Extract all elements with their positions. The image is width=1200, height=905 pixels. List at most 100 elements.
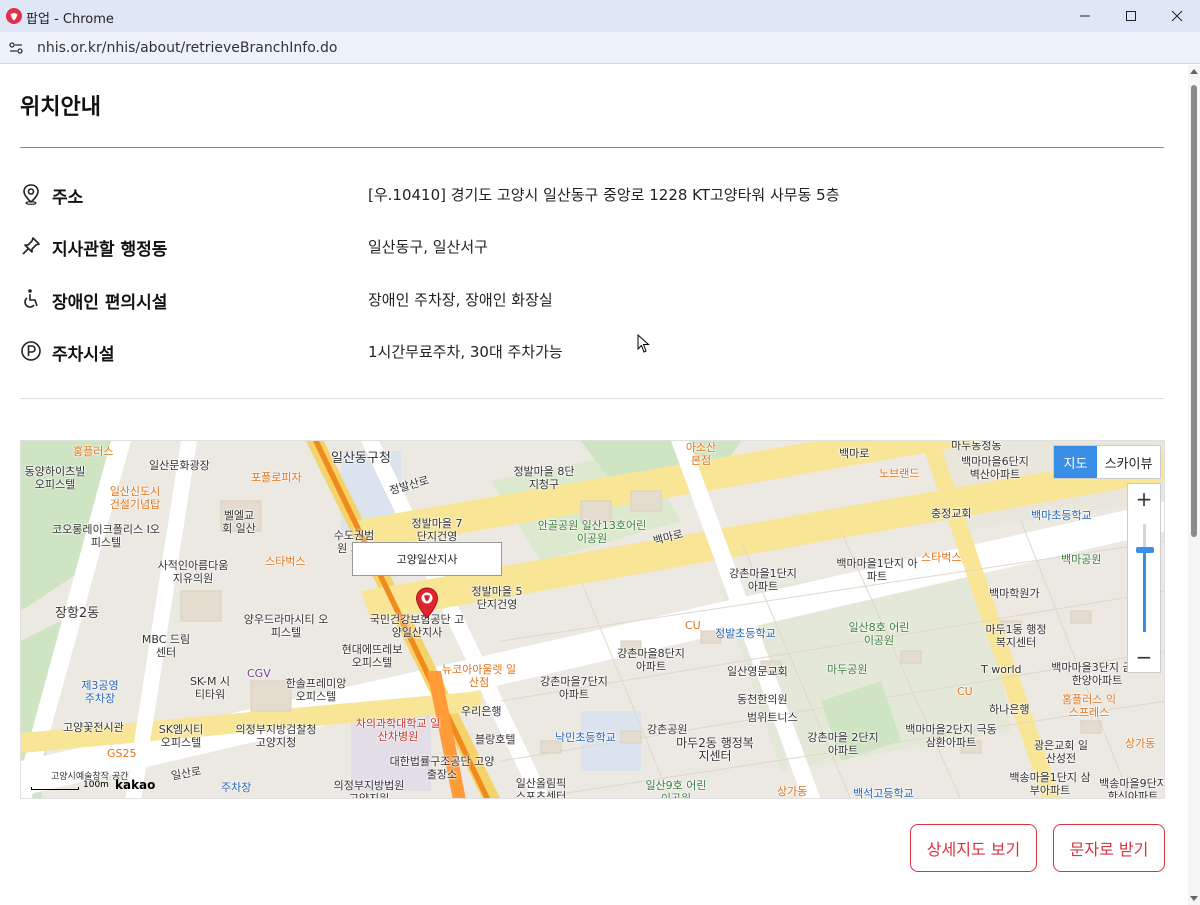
map-label: 일산동구청 [331, 451, 391, 466]
mouse-cursor-icon [637, 334, 650, 353]
scale-text: 100m [83, 780, 109, 790]
map-label: 정발초등학교 [715, 627, 776, 640]
map-label: 정발마을 7단지건영 [411, 517, 463, 543]
page-scrollbar[interactable] [1188, 65, 1200, 905]
map-label: GS25 [107, 747, 137, 760]
map-label: CGV [247, 667, 271, 680]
map-label: 마두1동 행정복지센터 [985, 623, 1047, 649]
map-label: 백마마을1단지 아파트 [836, 557, 918, 583]
map-label: 정발마을 5단지건영 [471, 585, 523, 611]
zoom-out-button[interactable]: − [1128, 642, 1160, 672]
map-label: 일산영문교회 [727, 665, 788, 678]
map-label: 백마마을2단지 극동삼환아파트 [905, 723, 997, 749]
map-label: 강촌마을8단지 아파트 [617, 647, 685, 673]
map-label: 일산8호 어린이공원 [848, 621, 910, 647]
map-label: 현대에뜨레보 오피스텔 [341, 643, 403, 669]
map-label: 벨엘교회 일산 [222, 509, 256, 535]
zoom-slider-handle[interactable] [1136, 547, 1154, 553]
map-label: 의정부지방법원 고양지원 [333, 779, 405, 799]
scrollbar-thumb[interactable] [1191, 85, 1197, 537]
map-label: 하나은행 [989, 703, 1030, 716]
map-label: 동양하이츠빌 오피스텔 [24, 465, 86, 491]
map-label: 고양꽃전시관 [63, 721, 124, 734]
map-type-skyview-button[interactable]: 스카이뷰 [1097, 446, 1160, 478]
map-label: 뉴코아아울렛 일산점 [441, 663, 517, 689]
map-label: 마두공원 [827, 663, 868, 676]
page-content: 위치안내 주소 [우.10410] 경기도 고양시 일산동구 중앙로 1228 … [0, 65, 1188, 905]
scroll-up-arrow-icon[interactable] [1190, 69, 1198, 74]
map-label: 낙민초등학교 [555, 731, 616, 744]
jurisdiction-label: 지사관할 행정동 [52, 240, 168, 260]
map-label: 홍플러스 [73, 445, 114, 458]
map-label: 마두2동 행정복지센터 [676, 736, 754, 763]
address-bar[interactable]: nhis.or.kr/nhis/about/retrieveBranchInfo… [0, 32, 1200, 64]
kakao-map[interactable]: 홍플러스 일산문화광장 일산동구청 정발마을 8단지청구 아소산 본점 마두동정… [20, 440, 1165, 799]
map-label: 백마마을6단지 벽산아파트 [961, 455, 1029, 481]
jurisdiction-value: 일산동구, 일산서구 [368, 238, 488, 256]
map-label: 동천한의원 [737, 693, 788, 706]
map-label: 정발마을 8단지청구 [513, 465, 575, 491]
map-label: 백송마을1단지 삼부아파트 [1009, 771, 1091, 797]
url-text[interactable]: nhis.or.kr/nhis/about/retrieveBranchInfo… [37, 40, 337, 56]
zoom-in-button[interactable]: + [1128, 484, 1160, 514]
map-label: 강촌공원 [647, 723, 688, 736]
map-label: MBC 드림센터 [141, 633, 191, 659]
map-label: 스타벅스 [921, 551, 962, 564]
map-label: 차의과학대학교 일산차병원 [355, 717, 441, 743]
parking-label: 주차시설 [52, 345, 115, 365]
map-label: 대한법률구조공단 고양출장소 [389, 755, 495, 781]
map-label: 상가동 [1125, 737, 1156, 750]
map-label: 한솔프레미앙 오피스텔 [285, 677, 347, 703]
map-type-road-button[interactable]: 지도 [1054, 446, 1097, 478]
map-label: 코오롱레이크폴리스 I오피스텔 [52, 523, 160, 549]
map-label: 양우드라마시티 오피스텔 [243, 613, 329, 639]
map-label: 마두동정동 [951, 440, 1002, 452]
map-label: 범위트니스 [747, 711, 798, 724]
minimize-button[interactable] [1062, 0, 1108, 32]
marker-infowindow[interactable]: 고양일산지사 [352, 542, 502, 576]
map-label: 광은교회 일산성전 [1033, 739, 1089, 765]
zoom-slider-fill [1143, 550, 1146, 632]
scale-bar [31, 787, 79, 790]
window-titlebar: 팝업 - Chrome [0, 0, 1200, 32]
map-label: 일산9호 어린이공원 [645, 779, 707, 799]
map-marker-icon[interactable] [415, 587, 439, 619]
parking-icon [21, 341, 41, 361]
page-title: 위치안내 [20, 95, 101, 120]
maximize-button[interactable] [1108, 0, 1154, 32]
maximize-icon [1126, 11, 1136, 21]
map-label: 스타벅스 [265, 555, 306, 568]
close-button[interactable] [1154, 0, 1200, 32]
map-label: 백마공원 [1061, 553, 1102, 566]
map-label: 아소산 본점 [685, 441, 717, 467]
map-label: 노브랜드 [879, 467, 920, 480]
info-row-parking: 주차시설 1시간무료주차, 30대 주차가능 [20, 336, 1164, 366]
map-label: 의정부지방검찰청 고양지청 [235, 723, 317, 749]
accessibility-label: 장애인 편의시설 [52, 293, 168, 313]
nhis-app-icon [6, 8, 22, 24]
scroll-down-arrow-icon[interactable] [1190, 896, 1198, 901]
detail-map-button[interactable]: 상세지도 보기 [910, 824, 1037, 872]
accessibility-value: 장애인 주차장, 장애인 화장실 [368, 291, 553, 309]
map-label: 홈플러스 익스프레스 [1061, 693, 1117, 719]
zoom-control: + − [1127, 483, 1161, 673]
map-label: 강촌마을 2단지아파트 [807, 731, 879, 757]
window-title: 팝업 - Chrome [26, 12, 114, 27]
sms-button[interactable]: 문자로 받기 [1053, 824, 1165, 872]
info-row-address: 주소 [우.10410] 경기도 고양시 일산동구 중앙로 1228 KT고양타… [20, 179, 1164, 209]
map-label: 제3공영 주차장 [81, 679, 119, 705]
site-settings-icon[interactable] [8, 40, 24, 56]
map-label: T world [981, 663, 1022, 676]
kakao-logo[interactable]: kakao [115, 778, 155, 792]
info-divider [20, 398, 1164, 399]
title-divider [20, 147, 1164, 148]
map-label: 백송마을9단지 한신아파트 [1099, 777, 1165, 799]
map-label: 백마로 [839, 447, 870, 460]
location-pin-icon [23, 184, 39, 205]
map-label: 백마초등학교 [1031, 509, 1092, 522]
map-label: 장항2동 [55, 606, 100, 621]
map-label: 우리은행 [461, 705, 502, 718]
map-type-toggle: 지도 스카이뷰 [1053, 445, 1161, 479]
map-label: 충정교회 [931, 507, 972, 520]
map-label: 일산문화광장 [149, 459, 210, 472]
